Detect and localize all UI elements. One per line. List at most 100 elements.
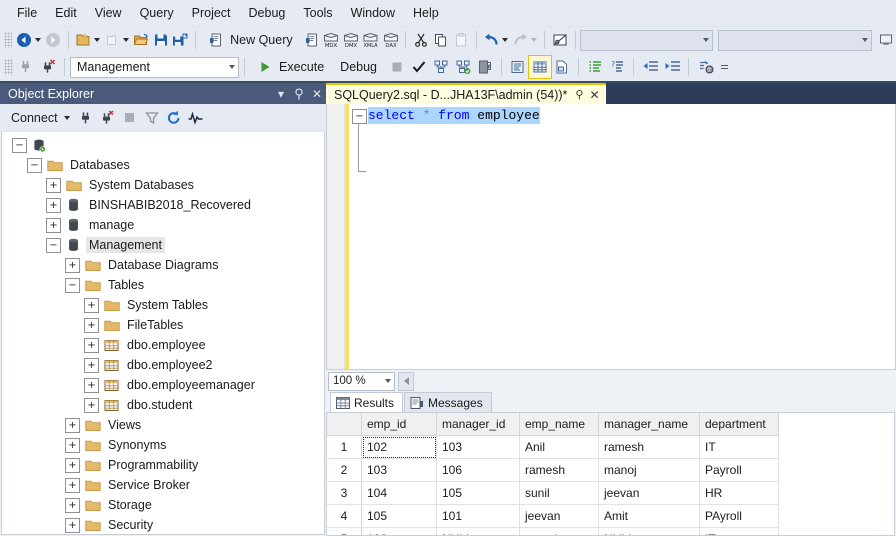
expander-plus-icon[interactable]: +	[46, 217, 61, 233]
results-to-grid-icon[interactable]	[528, 55, 553, 79]
row-header-corner[interactable]	[327, 413, 362, 436]
connect-object-explorer-icon[interactable]	[75, 107, 97, 129]
menu-item-tools[interactable]: Tools	[294, 2, 341, 24]
disconnect-icon[interactable]	[37, 56, 59, 78]
expander-plus-icon[interactable]: +	[84, 297, 99, 313]
cell-manager-id[interactable]: NULL	[436, 527, 520, 535]
new-dax-query-icon[interactable]: DAX	[381, 29, 401, 51]
cell-emp-name[interactable]: Anil	[519, 435, 599, 459]
increase-indent-icon[interactable]	[661, 56, 683, 78]
expander-plus-icon[interactable]: +	[46, 177, 61, 193]
connect-button[interactable]: Connect	[6, 109, 75, 127]
row-number[interactable]: 5	[327, 527, 362, 535]
tree-node-security[interactable]: + Security	[2, 515, 324, 534]
document-tab-sqlquery2[interactable]: SQLQuery2.sql - D...JHA13F\admin (54))* …	[326, 83, 606, 104]
tree-node-system-databases[interactable]: + System Databases	[2, 175, 324, 195]
tab-messages[interactable]: Messages	[404, 392, 492, 412]
cell-department[interactable]: HR	[699, 481, 779, 505]
expander-plus-icon[interactable]: +	[84, 337, 99, 353]
toolbar-combo-2[interactable]	[717, 29, 873, 51]
database-selector[interactable]: Management	[70, 56, 239, 78]
pin-icon[interactable]: ⚲	[575, 88, 583, 101]
toolbar-overflow-button[interactable]	[718, 64, 730, 70]
specify-values-icon[interactable]: @	[694, 56, 716, 78]
new-analysis-query-icon[interactable]	[302, 29, 322, 51]
expander-plus-icon[interactable]: +	[65, 437, 80, 453]
filter-icon[interactable]	[141, 107, 163, 129]
close-icon[interactable]: ✕	[589, 88, 599, 102]
cell-emp-name[interactable]: ramesh	[519, 458, 599, 482]
tree-node-filetables[interactable]: + FileTables	[2, 315, 324, 335]
toolbox-icon[interactable]	[550, 29, 570, 51]
cell-manager-name[interactable]: manoj	[598, 458, 700, 482]
close-icon[interactable]: ✕	[308, 85, 326, 103]
cell-emp-id[interactable]: 105	[361, 504, 437, 528]
tree-node-database-diagrams[interactable]: + Database Diagrams	[2, 255, 324, 275]
expander-plus-icon[interactable]: +	[65, 257, 80, 273]
expander-plus-icon[interactable]: +	[84, 397, 99, 413]
tree-node-dbo-student[interactable]: + dbo.student	[2, 395, 324, 415]
tree-node-dbo-employee2[interactable]: + dbo.employee2	[2, 355, 324, 375]
expander-plus-icon[interactable]: +	[84, 317, 99, 333]
results-to-file-icon[interactable]	[551, 56, 573, 78]
fold-collapse-icon[interactable]: −	[352, 109, 367, 124]
menu-item-file[interactable]: File	[8, 2, 46, 24]
cell-manager-id[interactable]: 106	[436, 458, 520, 482]
tree-node-binshabib2018[interactable]: + BINSHABIB2018_Recovered	[2, 195, 324, 215]
navigate-back-dropdown-icon[interactable]	[34, 38, 41, 42]
row-number[interactable]: 2	[327, 458, 362, 482]
execute-button[interactable]: Execute	[250, 56, 333, 78]
toolbar-grip[interactable]	[4, 32, 13, 48]
include-actual-plan-icon[interactable]	[452, 56, 474, 78]
cell-manager-name[interactable]: Amit	[598, 504, 700, 528]
menu-item-view[interactable]: View	[86, 2, 131, 24]
row-number[interactable]: 1	[327, 435, 362, 459]
expander-plus-icon[interactable]: +	[65, 497, 80, 513]
tree-node-management[interactable]: − Management	[2, 235, 324, 255]
cell-emp-name[interactable]: jeevan	[519, 504, 599, 528]
expander-minus-icon[interactable]: −	[46, 237, 61, 253]
menu-item-query[interactable]: Query	[131, 2, 183, 24]
new-dmx-query-icon[interactable]: DMX	[341, 29, 361, 51]
expander-plus-icon[interactable]: +	[65, 517, 80, 533]
menu-item-help[interactable]: Help	[404, 2, 448, 24]
include-client-statistics-icon[interactable]	[474, 56, 496, 78]
expander-plus-icon[interactable]: +	[84, 377, 99, 393]
cell-emp-name[interactable]: sunil	[519, 481, 599, 505]
column-header-manager-id[interactable]: manager_id	[436, 413, 520, 436]
display-estimated-plan-icon[interactable]	[430, 56, 452, 78]
column-header-emp-name[interactable]: emp_name	[519, 413, 599, 436]
toolbar-combo-1[interactable]	[580, 29, 713, 51]
tree-node-databases[interactable]: − Databases	[2, 155, 324, 175]
cell-department[interactable]: PAyroll	[699, 504, 779, 528]
tree-node-dbo-employee[interactable]: + dbo.employee	[2, 335, 324, 355]
tree-node-server[interactable]: −	[2, 135, 324, 155]
expander-plus-icon[interactable]: +	[65, 457, 80, 473]
splitter-arrow-button[interactable]	[398, 371, 414, 391]
menu-item-debug[interactable]: Debug	[240, 2, 295, 24]
results-to-text-icon[interactable]	[507, 56, 529, 78]
open-file-icon[interactable]	[131, 29, 151, 51]
decrease-indent-icon[interactable]	[639, 56, 661, 78]
expander-plus-icon[interactable]: +	[46, 197, 61, 213]
new-xmla-query-icon[interactable]: XMLA	[361, 29, 381, 51]
undo-icon[interactable]	[481, 29, 501, 51]
screen-icon[interactable]	[876, 29, 896, 51]
tree-node-service-broker[interactable]: + Service Broker	[2, 475, 324, 495]
pin-icon[interactable]: ⚲	[290, 85, 308, 103]
new-project-dropdown-icon[interactable]	[94, 38, 101, 42]
comment-icon[interactable]	[584, 56, 606, 78]
tree-node-views[interactable]: + Views	[2, 415, 324, 435]
tree-node-manage[interactable]: + manage	[2, 215, 324, 235]
tree-node-tables[interactable]: − Tables	[2, 275, 324, 295]
cell-emp-name[interactable]: manoj	[519, 527, 599, 535]
undo-dropdown-icon[interactable]	[502, 38, 509, 42]
debug-button[interactable]: Debug	[333, 60, 386, 74]
tree-node-synonyms[interactable]: + Synonyms	[2, 435, 324, 455]
navigate-back-icon[interactable]	[14, 29, 34, 51]
save-icon[interactable]	[151, 29, 171, 51]
row-number[interactable]: 4	[327, 504, 362, 528]
parse-check-icon[interactable]	[408, 56, 430, 78]
cell-emp-id[interactable]: 102	[361, 435, 437, 459]
uncomment-icon[interactable]: ?	[606, 56, 628, 78]
